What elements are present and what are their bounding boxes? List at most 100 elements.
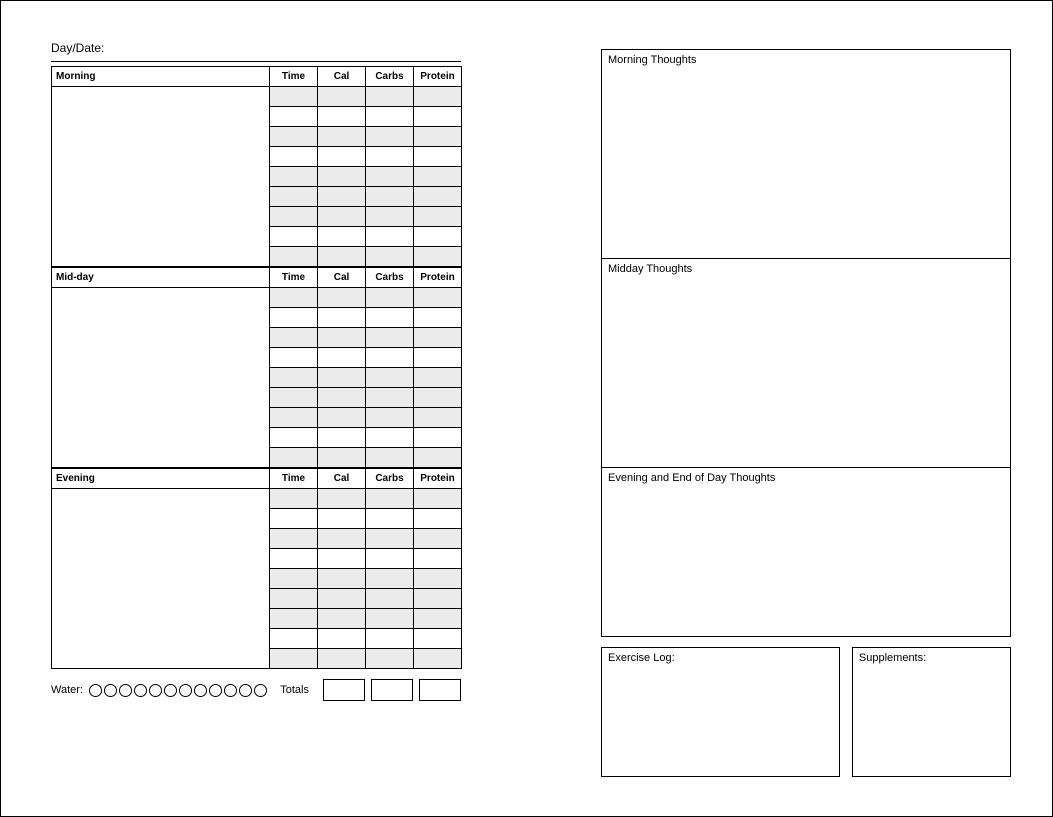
table-cell[interactable] [366, 207, 414, 227]
table-cell[interactable] [318, 589, 366, 609]
table-cell[interactable] [366, 288, 414, 308]
table-cell[interactable] [270, 609, 318, 629]
table-cell[interactable] [366, 187, 414, 207]
table-cell[interactable] [366, 448, 414, 468]
table-cell[interactable] [270, 348, 318, 368]
table-cell[interactable] [414, 649, 462, 669]
table-cell[interactable] [414, 368, 462, 388]
table-cell[interactable] [318, 549, 366, 569]
table-cell[interactable] [414, 408, 462, 428]
table-cell[interactable] [270, 649, 318, 669]
table-cell[interactable] [318, 428, 366, 448]
table-cell[interactable] [366, 489, 414, 509]
table-cell[interactable] [414, 448, 462, 468]
water-circle-icon[interactable] [179, 684, 192, 697]
table-cell[interactable] [270, 428, 318, 448]
table-cell[interactable] [318, 348, 366, 368]
table-cell[interactable] [414, 127, 462, 147]
table-cell[interactable] [318, 288, 366, 308]
water-circle-icon[interactable] [134, 684, 147, 697]
water-circle-icon[interactable] [224, 684, 237, 697]
water-circle-icon[interactable] [149, 684, 162, 697]
table-cell[interactable] [366, 348, 414, 368]
table-cell[interactable] [366, 428, 414, 448]
table-cell[interactable] [414, 549, 462, 569]
table-cell[interactable] [270, 569, 318, 589]
table-cell[interactable] [366, 388, 414, 408]
table-cell[interactable] [414, 509, 462, 529]
table-cell[interactable] [318, 308, 366, 328]
table-cell[interactable] [414, 107, 462, 127]
table-cell[interactable] [414, 328, 462, 348]
table-cell[interactable] [366, 167, 414, 187]
table-cell[interactable] [366, 529, 414, 549]
table-cell[interactable] [366, 589, 414, 609]
water-circle-icon[interactable] [254, 684, 267, 697]
evening-food-area[interactable] [52, 489, 270, 669]
table-cell[interactable] [366, 308, 414, 328]
table-cell[interactable] [414, 187, 462, 207]
table-cell[interactable] [414, 348, 462, 368]
table-cell[interactable] [270, 147, 318, 167]
table-cell[interactable] [414, 288, 462, 308]
table-cell[interactable] [318, 489, 366, 509]
table-cell[interactable] [414, 388, 462, 408]
table-cell[interactable] [318, 127, 366, 147]
table-cell[interactable] [270, 167, 318, 187]
table-cell[interactable] [318, 629, 366, 649]
water-tracker[interactable] [89, 684, 280, 697]
table-cell[interactable] [366, 127, 414, 147]
table-cell[interactable] [366, 509, 414, 529]
water-circle-icon[interactable] [239, 684, 252, 697]
table-cell[interactable] [366, 368, 414, 388]
table-cell[interactable] [366, 107, 414, 127]
table-cell[interactable] [270, 549, 318, 569]
table-cell[interactable] [366, 609, 414, 629]
table-cell[interactable] [270, 529, 318, 549]
table-cell[interactable] [414, 87, 462, 107]
table-cell[interactable] [270, 509, 318, 529]
table-cell[interactable] [318, 247, 366, 267]
totals-protein-box[interactable] [419, 679, 461, 701]
table-cell[interactable] [318, 167, 366, 187]
totals-cal-box[interactable] [323, 679, 365, 701]
table-cell[interactable] [318, 388, 366, 408]
table-cell[interactable] [318, 187, 366, 207]
table-cell[interactable] [318, 529, 366, 549]
exercise-log-box[interactable]: Exercise Log: [601, 647, 840, 777]
table-cell[interactable] [366, 147, 414, 167]
table-cell[interactable] [270, 448, 318, 468]
table-cell[interactable] [270, 408, 318, 428]
table-cell[interactable] [366, 408, 414, 428]
table-cell[interactable] [414, 589, 462, 609]
table-cell[interactable] [318, 408, 366, 428]
table-cell[interactable] [414, 207, 462, 227]
water-circle-icon[interactable] [104, 684, 117, 697]
water-circle-icon[interactable] [89, 684, 102, 697]
table-cell[interactable] [270, 328, 318, 348]
midday-thoughts-box[interactable]: Midday Thoughts [601, 258, 1011, 468]
table-cell[interactable] [366, 569, 414, 589]
table-cell[interactable] [366, 549, 414, 569]
table-cell[interactable] [270, 288, 318, 308]
water-circle-icon[interactable] [164, 684, 177, 697]
table-cell[interactable] [318, 448, 366, 468]
table-cell[interactable] [366, 328, 414, 348]
table-cell[interactable] [366, 227, 414, 247]
table-cell[interactable] [270, 308, 318, 328]
table-cell[interactable] [366, 649, 414, 669]
table-cell[interactable] [414, 247, 462, 267]
water-circle-icon[interactable] [194, 684, 207, 697]
water-circle-icon[interactable] [209, 684, 222, 697]
table-cell[interactable] [270, 187, 318, 207]
table-cell[interactable] [318, 368, 366, 388]
table-cell[interactable] [414, 529, 462, 549]
table-cell[interactable] [414, 147, 462, 167]
supplements-box[interactable]: Supplements: [852, 647, 1011, 777]
table-cell[interactable] [414, 167, 462, 187]
table-cell[interactable] [270, 87, 318, 107]
table-cell[interactable] [414, 489, 462, 509]
table-cell[interactable] [414, 569, 462, 589]
table-cell[interactable] [414, 609, 462, 629]
evening-thoughts-box[interactable]: Evening and End of Day Thoughts [601, 467, 1011, 637]
